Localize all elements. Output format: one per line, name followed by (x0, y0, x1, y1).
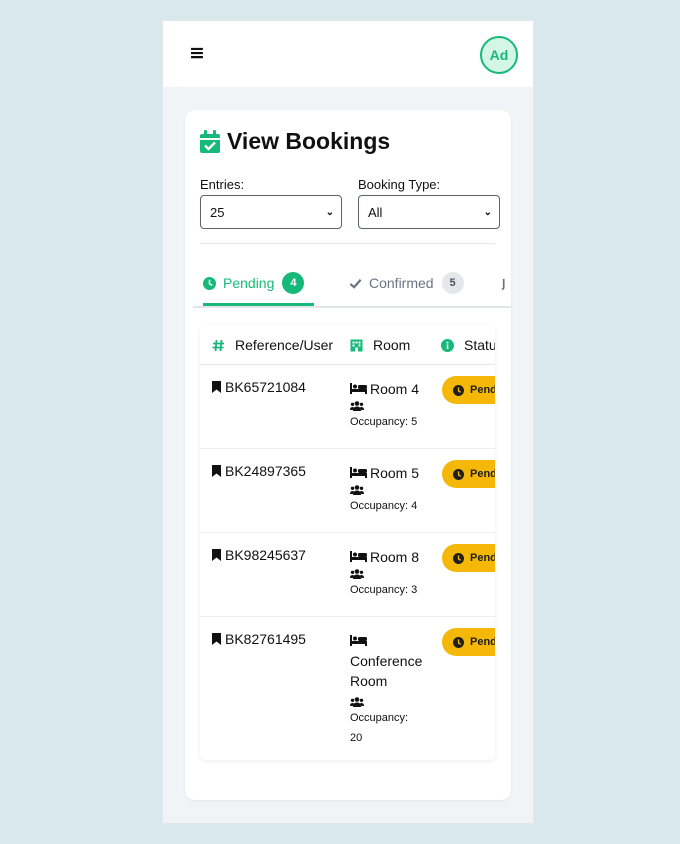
table-row[interactable]: BK24897365 Room 5 Occupancy: 4 Pend (200, 449, 495, 533)
tab-confirmed-label: Confirmed (369, 275, 434, 291)
column-reference: Reference/User (212, 337, 333, 353)
status-badge[interactable]: Pend (442, 460, 495, 488)
tab-confirmed-count: 5 (441, 272, 464, 294)
building-icon (350, 339, 363, 351)
divider (200, 243, 495, 244)
booking-type-label: Booking Type: (358, 177, 441, 192)
partial-tab-icon (501, 278, 505, 290)
bookmark-icon (212, 465, 221, 477)
table-row[interactable]: BK98245637 Room 8 Occupancy: 3 Pend (200, 533, 495, 617)
clock-icon (453, 468, 464, 480)
chevron-down-icon: ⌄ (483, 206, 492, 218)
booking-reference: BK82761495 (212, 631, 306, 647)
room-name: Conference Room (350, 653, 423, 689)
users-icon (350, 401, 364, 411)
column-room-label: Room (373, 337, 411, 353)
tab-pending[interactable]: Pending 4 (203, 266, 315, 306)
booking-type-select[interactable]: All ⌄ (358, 195, 500, 229)
room-name: Room 8 (370, 549, 420, 565)
occupancy-text: Occupancy: 20 (350, 712, 409, 744)
tab-pending-count: 4 (282, 272, 305, 294)
table-row[interactable]: BK65721084 Room 4 Occupancy: 5 Pend (200, 365, 495, 449)
room-cell: Room 8 Occupancy: 3 (350, 547, 426, 600)
room-cell: Room 4 Occupancy: 5 (350, 379, 426, 432)
column-reference-label: Reference/User (235, 337, 334, 353)
room-cell: Room 5 Occupancy: 4 (350, 463, 426, 516)
occupancy-text: Occupancy: 3 (350, 584, 418, 596)
tab-pending-label: Pending (223, 275, 275, 291)
clock-icon (453, 384, 464, 396)
status-badge[interactable]: Pend (442, 544, 495, 572)
chevron-down-icon: ⌄ (325, 206, 334, 218)
occupancy-text: Occupancy: 4 (350, 500, 418, 512)
reference-text: BK82761495 (225, 631, 306, 647)
bookmark-icon (212, 549, 221, 561)
page-title-row: View Bookings (200, 128, 390, 155)
booking-type-field: Booking Type: All ⌄ (358, 177, 500, 229)
entries-field: Entries: 25 ⌄ (200, 177, 342, 229)
bed-icon (350, 467, 367, 478)
column-status: Statu (441, 337, 495, 353)
calendar-check-icon (200, 129, 220, 153)
users-icon (350, 485, 364, 495)
user-avatar[interactable]: Ad (480, 36, 518, 74)
status-text: Pend (470, 636, 495, 648)
bookings-card: View Bookings Entries: 25 ⌄ Booking Type… (185, 110, 511, 800)
entries-value: 25 (210, 204, 225, 220)
bed-icon (350, 383, 367, 394)
clock-icon (453, 552, 464, 564)
booking-reference: BK24897365 (212, 463, 306, 479)
bookings-table: Reference/User Room Statu BK65721084 Roo… (200, 325, 495, 760)
status-badge[interactable]: Pend (442, 376, 495, 404)
room-name: Room 5 (370, 465, 420, 481)
users-icon (350, 569, 364, 579)
status-text: Pend (470, 384, 495, 396)
clock-icon (203, 276, 216, 290)
column-status-label: Statu (464, 337, 495, 353)
table-header: Reference/User Room Statu (200, 325, 495, 365)
status-tabs: Pending 4 Confirmed 5 (193, 260, 511, 308)
tab-confirmed[interactable]: Confirmed 5 (349, 266, 464, 300)
reference-text: BK65721084 (225, 379, 306, 395)
entries-select[interactable]: 25 ⌄ (200, 195, 342, 229)
bookmark-icon (212, 633, 221, 645)
occupancy-text: Occupancy: 5 (350, 416, 418, 428)
app-frame: ≡ Ad View Bookings Entries: 25 ⌄ Booking… (162, 20, 534, 824)
room-name: Room 4 (370, 381, 420, 397)
info-icon (441, 338, 454, 352)
status-text: Pend (470, 468, 495, 480)
bed-icon (350, 635, 367, 646)
column-room: Room (350, 337, 410, 353)
bed-icon (350, 551, 367, 562)
clock-icon (453, 636, 464, 648)
room-cell: Conference Room Occupancy: 20 (350, 631, 426, 748)
hamburger-menu-icon[interactable]: ≡ (189, 43, 205, 63)
hashtag-icon (212, 339, 224, 351)
booking-type-value: All (368, 204, 383, 220)
tab-more[interactable] (500, 266, 511, 300)
status-text: Pend (470, 552, 495, 564)
top-bar: ≡ Ad (163, 21, 533, 87)
check-icon (349, 278, 362, 289)
entries-label: Entries: (200, 177, 245, 192)
booking-reference: BK98245637 (212, 547, 306, 563)
bookmark-icon (212, 381, 221, 393)
users-icon (350, 697, 364, 707)
table-row[interactable]: BK82761495 Conference Room Occupancy: 20… (200, 617, 495, 760)
page-title: View Bookings (227, 128, 391, 154)
status-badge[interactable]: Pend (442, 628, 495, 656)
reference-text: BK98245637 (225, 547, 306, 563)
booking-reference: BK65721084 (212, 379, 306, 395)
reference-text: BK24897365 (225, 463, 306, 479)
